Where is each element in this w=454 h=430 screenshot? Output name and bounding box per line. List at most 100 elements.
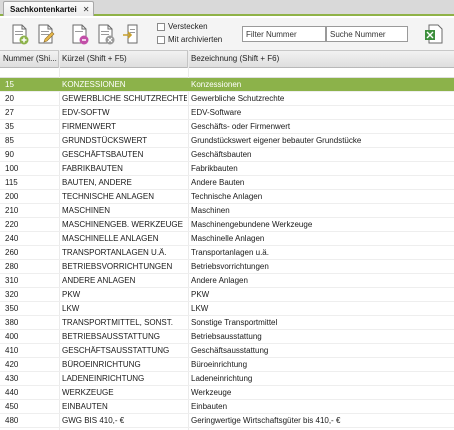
export-document-icon[interactable] [122, 23, 142, 45]
account-short: GESCHÄFTSAUSSTATTUNG [62, 346, 170, 355]
account-number: 200 [5, 192, 19, 201]
hide-option[interactable]: Verstecken [157, 22, 208, 31]
table-row[interactable]: 100 FABRIKBAUTEN Fabrikbauten [0, 162, 454, 176]
account-short: EDV-SOFTW [62, 108, 110, 117]
account-short: PKW [62, 290, 81, 299]
table-row[interactable]: 35 FIRMENWERT Geschäfts- oder Firmenwert [0, 120, 454, 134]
account-description: Geschäfts- oder Firmenwert [191, 122, 291, 131]
account-description: Fabrikbauten [191, 164, 238, 173]
copy-document-icon[interactable] [70, 23, 90, 45]
table-row[interactable]: 280 BETRIEBSVORRICHTUNGEN Betriebsvorricht… [0, 260, 454, 274]
account-number: 220 [5, 220, 19, 229]
table-row[interactable]: 90 GESCHÄFTSBAUTEN Geschäftsbauten [0, 148, 454, 162]
edit-document-icon[interactable] [36, 23, 56, 45]
account-number: 440 [5, 388, 19, 397]
archived-checkbox[interactable] [157, 35, 165, 44]
account-number: 450 [5, 402, 19, 411]
account-description: Geschäftsbauten [191, 150, 252, 159]
delete-document-icon[interactable] [96, 23, 116, 45]
column-header-short[interactable]: Kürzel (Shift + F5) [59, 51, 188, 68]
account-description: Andere Anlagen [191, 276, 248, 285]
table-row[interactable]: 430 LADENEINRICHTUNG Ladeneinrichtung [0, 372, 454, 386]
account-description: Betriebsausstattung [191, 332, 262, 341]
account-short: GRUNDSTÜCKSWERT [62, 136, 148, 145]
account-description: Andere Bauten [191, 178, 245, 187]
column-header-description[interactable]: Bezeichnung (Shift + F6) [188, 51, 454, 68]
account-number: 27 [5, 108, 14, 117]
account-description: Technische Anlagen [191, 192, 263, 201]
account-short: TRANSPORTMITTEL, SONST. [62, 318, 173, 327]
account-short: BÜROEINRICHTUNG [62, 360, 141, 369]
table-row[interactable]: 210 MASCHINEN Maschinen [0, 204, 454, 218]
new-document-icon[interactable] [10, 23, 30, 45]
account-description: Sonstige Transportmittel [191, 318, 278, 327]
account-description: Konzessionen [191, 80, 242, 89]
account-description: Büroeinrichtung [191, 360, 248, 369]
table-row[interactable]: 27 EDV-SOFTW EDV-Software [0, 106, 454, 120]
archived-option[interactable]: Mit archivierten [157, 35, 222, 44]
column-header-number[interactable]: Nummer (Shi... [0, 51, 59, 68]
account-number: 210 [5, 206, 19, 215]
hide-label: Verstecken [168, 22, 208, 31]
account-number: 410 [5, 346, 19, 355]
account-short: WERKZEUGE [62, 388, 114, 397]
account-number: 320 [5, 290, 19, 299]
table-row[interactable]: 85 GRUNDSTÜCKSWERT Grundstückswert eigener… [0, 134, 454, 148]
account-short: GWG BIS 410,- € [62, 416, 125, 425]
table-row[interactable]: 450 EINBAUTEN Einbauten [0, 400, 454, 414]
account-description: Transportanlagen u.ä. [191, 248, 269, 257]
account-short: GESCHÄFTSBAUTEN [62, 150, 144, 159]
table-row[interactable]: 20 GEWERBLICHE SCHUTZRECHTE Gewerbliche Sc… [0, 92, 454, 106]
account-short: BETRIEBSAUSSTATTUNG [62, 332, 160, 341]
grid-header: Nummer (Shi... Kürzel (Shift + F5) Bezei… [0, 50, 454, 68]
table-row-selected[interactable]: 15 KONZESSIONEN Konzessionen [0, 78, 454, 92]
tab-strip: Sachkontenkartei ✕ [0, 0, 454, 16]
account-number: 380 [5, 318, 19, 327]
filter-number-input[interactable] [242, 26, 326, 42]
table-row[interactable]: 350 LKW LKW [0, 302, 454, 316]
table-row[interactable]: 410 GESCHÄFTSAUSSTATTUNG Geschäftsausstatt… [0, 344, 454, 358]
account-short: KONZESSIONEN [62, 80, 126, 89]
table-row[interactable]: 400 BETRIEBSAUSSTATTUNG Betriebsausstattun… [0, 330, 454, 344]
account-description: Ladeneinrichtung [191, 374, 253, 383]
search-number-input[interactable] [326, 26, 408, 42]
table-row[interactable]: 240 MASCHINELLE ANLAGEN Maschinelle Anlage… [0, 232, 454, 246]
table-row[interactable]: 480 GWG BIS 410,- € Geringwertige Wirtscha… [0, 414, 454, 428]
account-table: 15 KONZESSIONEN Konzessionen 20 GEWERBLICHE … [0, 78, 454, 430]
table-row[interactable]: 220 MASCHINENGEB. WERKZEUGE Maschinengebun… [0, 218, 454, 232]
account-number: 15 [5, 80, 14, 89]
close-icon[interactable]: ✕ [83, 5, 90, 14]
account-description: Maschinelle Anlagen [191, 234, 265, 243]
account-short: LKW [62, 304, 80, 313]
table-row[interactable]: 115 BAUTEN, ANDERE Andere Bauten [0, 176, 454, 190]
account-number: 100 [5, 164, 19, 173]
account-short: FABRIKBAUTEN [62, 164, 123, 173]
archived-label: Mit archivierten [168, 35, 223, 44]
tab-title: Sachkontenkartei [10, 4, 77, 14]
table-row[interactable]: 320 PKW PKW [0, 288, 454, 302]
account-short: MASCHINELLE ANLAGEN [62, 234, 159, 243]
account-short: ANDERE ANLAGEN [62, 276, 136, 285]
tab-sachkontenkartei[interactable]: Sachkontenkartei ✕ [3, 1, 95, 16]
table-row[interactable]: 310 ANDERE ANLAGEN Andere Anlagen [0, 274, 454, 288]
account-description: Betriebsvorrichtungen [191, 262, 269, 271]
account-number: 420 [5, 360, 19, 369]
account-short: MASCHINEN [62, 206, 111, 215]
hide-checkbox[interactable] [157, 22, 165, 31]
account-number: 85 [5, 136, 14, 145]
account-short: BETRIEBSVORRICHTUNGEN [62, 262, 173, 271]
account-short: EINBAUTEN [62, 402, 108, 411]
account-number: 90 [5, 150, 14, 159]
account-description: Geringwertige Wirtschaftsgüter bis 410,-… [191, 416, 341, 425]
account-number: 35 [5, 122, 14, 131]
account-number: 260 [5, 248, 19, 257]
table-row[interactable]: 440 WERKZEUGE Werkzeuge [0, 386, 454, 400]
excel-export-icon[interactable] [424, 23, 444, 45]
account-short: FIRMENWERT [62, 122, 117, 131]
table-row[interactable]: 260 TRANSPORTANLAGEN U.Ä. Transportanlagen… [0, 246, 454, 260]
table-row[interactable]: 420 BÜROEINRICHTUNG Büroeinrichtung [0, 358, 454, 372]
filter-row[interactable] [0, 68, 454, 78]
account-number: 430 [5, 374, 19, 383]
table-row[interactable]: 380 TRANSPORTMITTEL, SONST. Sonstige Trans… [0, 316, 454, 330]
table-row[interactable]: 200 TECHNISCHE ANLAGEN Technische Anlagen [0, 190, 454, 204]
